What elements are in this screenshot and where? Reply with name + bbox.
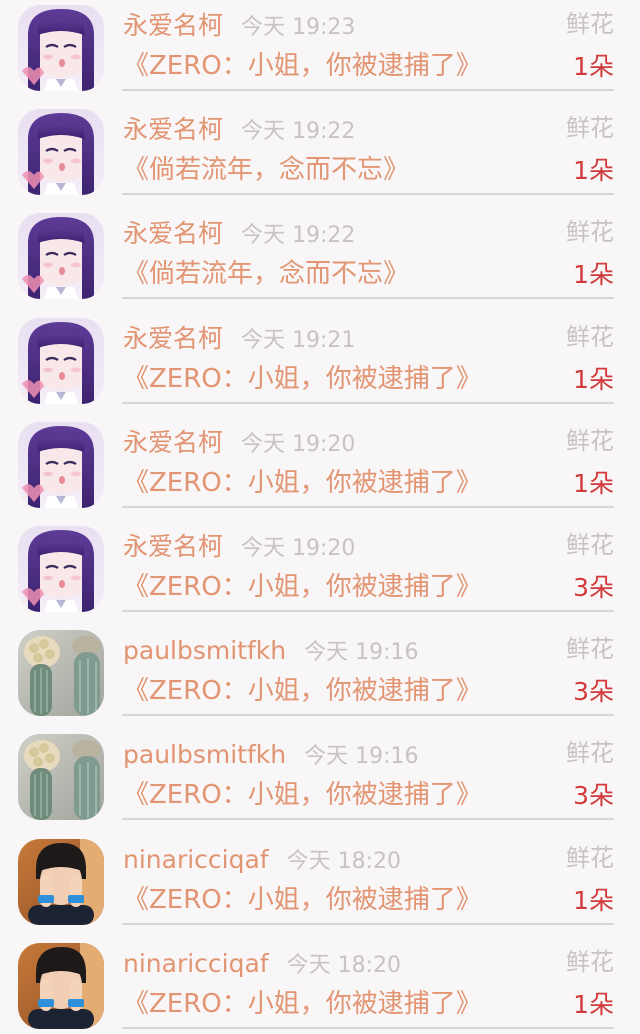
gifted-work-title[interactable]: 《ZERO：小姐，你被逮捕了》: [123, 776, 482, 814]
row-divider: [122, 922, 614, 925]
timestamp: 今天 19:22: [241, 119, 356, 145]
gift-record-row[interactable]: 永爱名柯 今天 19:23 鲜花《ZERO：小姐，你被逮捕了》 1朵: [0, 0, 640, 104]
row-divider: [122, 193, 614, 196]
sender-name[interactable]: ninaricciqaf: [123, 946, 269, 982]
timestamp: 今天 19:16: [304, 640, 419, 666]
gift-type-label: 鲜花: [566, 10, 614, 38]
timestamp: 今天 19:16: [304, 744, 419, 770]
avatar[interactable]: [18, 526, 104, 612]
gift-record-row[interactable]: paulbsmitfkh 今天 19:16 鲜花《ZERO：小姐，你被逮捕了》 3朵: [0, 625, 640, 729]
sender-name[interactable]: 永爱名柯: [123, 321, 223, 357]
gift-record-row[interactable]: ninaricciqaf 今天 18:20 鲜花《ZERO：小姐，你被逮捕了》 1朵: [0, 938, 640, 1034]
sender-name[interactable]: 永爱名柯: [123, 216, 223, 252]
gift-count: 1朵: [573, 989, 614, 1019]
avatar[interactable]: [18, 317, 104, 404]
avatar[interactable]: [18, 109, 104, 196]
gifted-work-title[interactable]: 《ZERO：小姐，你被逮捕了》: [123, 464, 482, 502]
avatar[interactable]: [18, 213, 104, 300]
gift-record-row[interactable]: 永爱名柯 今天 19:22 鲜花《倘若流年，念而不忘》 1朵: [0, 208, 640, 312]
gift-count: 3朵: [573, 781, 614, 811]
row-divider: [122, 610, 614, 612]
gift-count: 3朵: [573, 677, 614, 707]
sender-name[interactable]: 永爱名柯: [123, 112, 223, 148]
gift-record-row[interactable]: 永爱名柯 今天 19:21 鲜花《ZERO：小姐，你被逮捕了》 1朵: [0, 313, 640, 417]
timestamp: 今天 19:22: [241, 223, 356, 249]
sender-name[interactable]: 永爱名柯: [123, 425, 223, 461]
gift-record-row[interactable]: ninaricciqaf 今天 18:20 鲜花《ZERO：小姐，你被逮捕了》 1朵: [0, 834, 640, 938]
gifted-work-title[interactable]: 《ZERO：小姐，你被逮捕了》: [123, 881, 482, 919]
gift-type-label: 鲜花: [566, 531, 614, 559]
gift-type-label: 鲜花: [566, 322, 614, 351]
row-divider: [122, 505, 614, 508]
gift-count: 1朵: [573, 364, 614, 394]
avatar[interactable]: [18, 838, 104, 925]
gift-record-row[interactable]: paulbsmitfkh 今天 19:16 鲜花《ZERO：小姐，你被逮捕了》 3朵: [0, 729, 640, 833]
avatar[interactable]: [18, 734, 104, 821]
timestamp: 今天 19:21: [241, 327, 356, 353]
timestamp: 今天 18:20: [286, 952, 402, 978]
gift-count: 1朵: [573, 52, 614, 81]
sender-name[interactable]: paulbsmitfkh: [123, 737, 286, 773]
gift-record-row[interactable]: 永爱名柯 今天 19:20 鲜花《ZERO：小姐，你被逮捕了》 3朵: [0, 521, 640, 625]
row-divider: [122, 1026, 614, 1029]
avatar[interactable]: [18, 630, 104, 717]
gift-type-label: 鲜花: [566, 843, 614, 872]
timestamp: 今天 19:23: [241, 15, 356, 40]
sender-name[interactable]: 永爱名柯: [123, 8, 223, 44]
timestamp: 今天 19:20: [241, 536, 356, 561]
gifted-work-title[interactable]: 《倘若流年，念而不忘》: [123, 255, 409, 293]
gifted-work-title[interactable]: 《ZERO：小姐，你被逮捕了》: [123, 985, 482, 1023]
gifted-work-title[interactable]: 《ZERO：小姐，你被逮捕了》: [123, 360, 482, 398]
gift-record-list: 永爱名柯 今天 19:23 鲜花 《ZERO：小姐，你被逮捕了》 1朵 永爱名柯 今天 1…: [0, 0, 640, 1034]
sender-name[interactable]: paulbsmitfkh: [123, 633, 286, 669]
gift-count: 1朵: [573, 468, 614, 498]
gift-type-label: 鲜花: [566, 739, 614, 768]
sender-name[interactable]: 永爱名柯: [123, 529, 223, 565]
row-divider: [122, 714, 614, 717]
gift-record-row[interactable]: 永爱名柯 今天 19:22 鲜花《倘若流年，念而不忘》 1朵: [0, 104, 640, 208]
gifted-work-title[interactable]: 《倘若流年，念而不忘》: [123, 151, 409, 189]
gifted-work-title[interactable]: 《ZERO：小姐，你被逮捕了》: [123, 568, 482, 606]
row-divider: [122, 818, 614, 821]
gift-count: 1朵: [573, 885, 614, 915]
sender-name[interactable]: ninaricciqaf: [123, 842, 269, 878]
gift-type-label: 鲜花: [566, 947, 614, 976]
gift-type-label: 鲜花: [566, 426, 614, 455]
avatar[interactable]: [18, 421, 104, 508]
gift-type-label: 鲜花: [566, 635, 614, 664]
avatar[interactable]: [18, 942, 104, 1029]
timestamp: 今天 19:20: [241, 431, 356, 457]
timestamp: 今天 18:20: [286, 848, 402, 874]
gift-type-label: 鲜花: [566, 114, 614, 143]
gift-count: 3朵: [573, 573, 614, 602]
gift-count: 1朵: [573, 156, 614, 186]
row-divider: [122, 89, 614, 91]
gift-type-label: 鲜花: [566, 218, 614, 247]
row-divider: [122, 297, 614, 300]
avatar[interactable]: [18, 5, 104, 91]
gifted-work-title[interactable]: 《ZERO：小姐，你被逮捕了》: [123, 672, 482, 710]
gifted-work-title[interactable]: 《ZERO：小姐，你被逮捕了》: [123, 47, 482, 85]
gift-record-row[interactable]: 永爱名柯 今天 19:20 鲜花《ZERO：小姐，你被逮捕了》 1朵: [0, 417, 640, 521]
row-divider: [122, 401, 614, 404]
gift-count: 1朵: [573, 260, 614, 290]
